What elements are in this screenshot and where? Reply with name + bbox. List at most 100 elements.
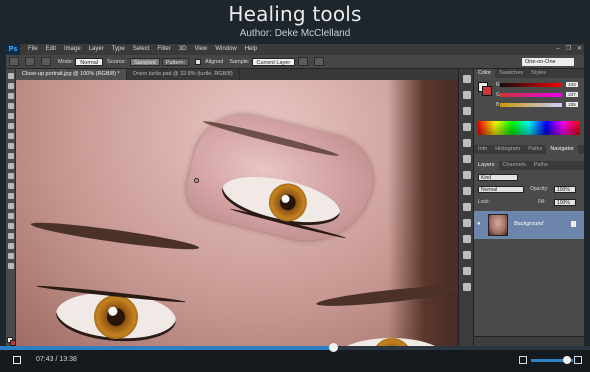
properties-panel-icon[interactable] [463,107,471,115]
info-panel-tabs: Info Histogram Paths Navigator [474,145,584,154]
menu-type[interactable]: Type [108,44,129,55]
healing-brush-icon[interactable] [8,133,14,139]
stop-button[interactable] [13,356,21,364]
fill-value[interactable]: 100% [554,199,576,206]
tab-histogram[interactable]: Histogram [491,145,524,154]
styles-panel-icon[interactable] [463,235,471,243]
timeline-panel-icon[interactable] [463,251,471,259]
left-brow [29,218,201,254]
tab-color[interactable]: Color [474,69,496,78]
color-spectrum[interactable] [478,121,580,135]
hair-region [388,80,458,346]
eye-icon[interactable]: ● [477,221,484,227]
green-slider[interactable] [500,93,562,97]
tab-navigator[interactable]: Navigator [546,145,578,154]
marquee-tool-icon[interactable] [8,83,14,89]
source-pattern-button[interactable]: Pattern: [161,57,189,66]
red-slider[interactable] [500,83,562,87]
tab-info[interactable]: Info [474,145,491,154]
image-canvas[interactable] [16,80,458,346]
healing-brush-tool-icon[interactable] [9,57,19,66]
menu-3d[interactable]: 3D [175,44,191,55]
workspace-select[interactable]: One-on-One [522,58,574,66]
progress-handle[interactable] [329,343,339,352]
fill-label: Fill: [538,199,546,205]
layer-row-background[interactable]: ● Background [474,211,584,239]
brush-picker-icon[interactable] [25,57,35,66]
actions-panel-icon[interactable] [463,91,471,99]
type-tool-icon[interactable] [8,223,14,229]
gradient-tool-icon[interactable] [8,183,14,189]
layer-kind-filter[interactable]: Kind [478,174,518,181]
progress-bar[interactable] [0,343,590,352]
adjustments-panel-icon[interactable] [463,123,471,131]
red-value[interactable]: 243 [566,82,578,87]
eyedropper-tool-icon[interactable] [8,123,14,129]
crop-tool-icon[interactable] [8,113,14,119]
notes-panel-icon[interactable] [463,267,471,275]
tab-close-up-portrait[interactable]: Close-up portrait.jpg @ 100% (RGB/8) * [16,69,127,80]
history-brush-tool-icon[interactable] [8,163,14,169]
volume-handle[interactable] [562,356,571,364]
clone-source-panel-icon[interactable] [463,155,471,163]
3d-panel-icon[interactable] [463,283,471,291]
aligned-checkbox[interactable] [194,58,201,65]
tab-swatches[interactable]: Swatches [495,69,527,78]
dodge-tool-icon[interactable] [8,203,14,209]
color-bg-box[interactable] [482,86,492,96]
close-icon[interactable]: ✕ [577,44,582,55]
hand-tool-icon[interactable] [8,253,14,259]
tab-onion-turtle[interactable]: Onion turtle.psd @ 32.8% (turtle, RGB/8) [127,69,240,80]
menu-layer[interactable]: Layer [85,44,108,55]
menu-file[interactable]: File [24,44,42,55]
menu-edit[interactable]: Edit [42,44,60,55]
sample-select[interactable]: Current Layer [251,57,296,66]
quick-select-tool-icon[interactable] [8,103,14,109]
captions-button[interactable] [519,356,527,364]
glyphs-panel-icon[interactable] [463,219,471,227]
menu-window[interactable]: Window [211,44,240,55]
clone-stamp-tool-icon[interactable] [8,153,14,159]
restore-icon[interactable]: ❐ [566,44,571,55]
brush-settings-icon[interactable] [41,57,51,66]
layer-name: Background [514,221,544,227]
tab-styles[interactable]: Styles [527,69,550,78]
path-select-tool-icon[interactable] [8,233,14,239]
tab-layers[interactable]: Layers [474,161,499,170]
blue-value[interactable]: 235 [566,102,578,107]
menu-help[interactable]: Help [241,44,261,55]
character-panel-icon[interactable] [463,187,471,195]
fullscreen-button[interactable] [574,356,582,364]
minimize-icon[interactable]: – [556,44,559,55]
opacity-value[interactable]: 100% [554,186,576,193]
tab-paths-info[interactable]: Paths [524,145,546,154]
zoom-tool-icon[interactable] [8,263,14,269]
move-tool-icon[interactable] [8,73,14,79]
layer-thumbnail [488,214,508,236]
blur-tool-icon[interactable] [8,193,14,199]
menu-image[interactable]: Image [60,44,85,55]
menu-view[interactable]: View [190,44,211,55]
menu-filter[interactable]: Filter [153,44,174,55]
history-panel-icon[interactable] [463,75,471,83]
tool-presets-panel-icon[interactable] [463,171,471,179]
menu-bar: Ps File Edit Image Layer Type Select Fil… [6,44,584,55]
brush-tool-icon[interactable] [8,143,14,149]
source-sampled-button[interactable]: Sampled [130,57,160,66]
menu-select[interactable]: Select [129,44,154,55]
eraser-tool-icon[interactable] [8,173,14,179]
mode-select[interactable]: Normal [75,57,104,66]
shape-tool-icon[interactable] [8,243,14,249]
blue-slider[interactable] [500,103,562,107]
ignore-adjustment-icon[interactable] [298,57,309,66]
photoshop-logo: Ps [6,44,20,55]
brush-panel-icon[interactable] [463,139,471,147]
tab-paths[interactable]: Paths [530,161,552,170]
pen-tool-icon[interactable] [8,213,14,219]
tab-channels[interactable]: Channels [499,161,530,170]
paragraph-panel-icon[interactable] [463,203,471,211]
blend-mode-select[interactable]: Normal [478,186,524,193]
green-value[interactable]: 237 [566,92,578,97]
lasso-tool-icon[interactable] [8,93,14,99]
pressure-icon[interactable] [314,57,325,66]
